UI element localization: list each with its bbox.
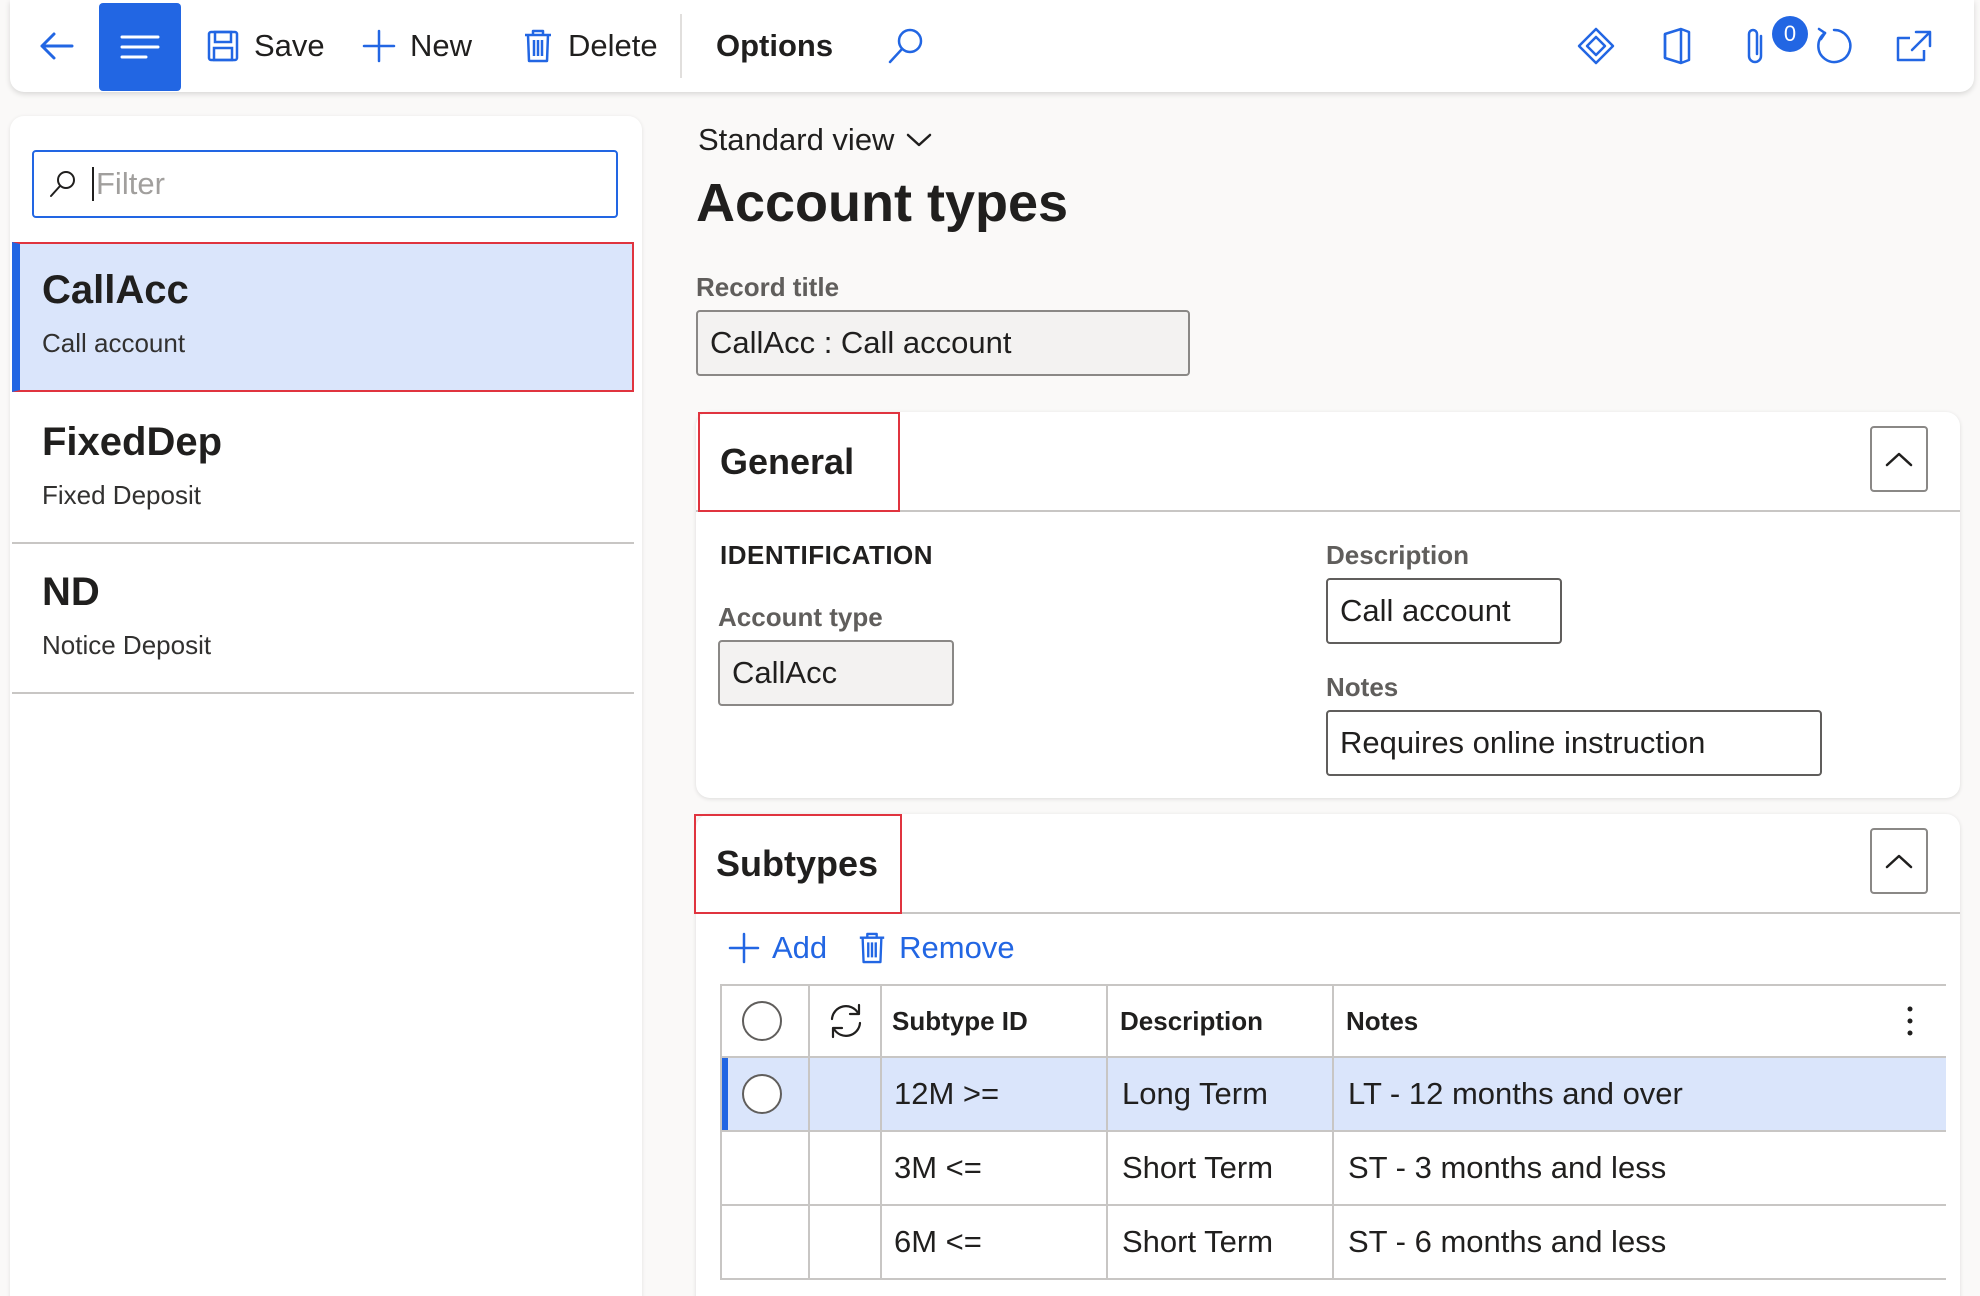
row-select-radio[interactable] [742, 1074, 782, 1114]
more-vertical-icon [1907, 1006, 1913, 1036]
search-icon [50, 171, 75, 197]
subtypes-grid-actions: Add Remove [728, 930, 1015, 966]
record-title-field[interactable]: CallAcc : Call account [696, 310, 1190, 376]
chevron-up-icon [1885, 452, 1913, 467]
list-item-title: ND [42, 570, 100, 614]
subtypes-grid: Subtype ID Description Notes 12M >= Long… [720, 984, 1946, 1280]
delete-button[interactable]: Delete [522, 20, 658, 72]
general-fasttab-header[interactable]: General [696, 412, 1960, 512]
cell-subtype-id[interactable]: 12M >= [894, 1058, 999, 1130]
subtypes-collapse-button[interactable] [1870, 828, 1928, 894]
account-type-label: Account type [718, 602, 883, 632]
hamburger-icon [120, 35, 160, 59]
filter-field[interactable] [32, 150, 618, 218]
subtypes-fasttab: Subtypes Add Remove Subtype ID Descripti… [694, 814, 1960, 1296]
list-item-callacc[interactable]: CallAcc Call account [12, 242, 634, 392]
back-button[interactable] [34, 24, 78, 68]
refresh-grid-cell[interactable] [826, 986, 866, 1056]
subtypes-fasttab-header[interactable]: Subtypes [694, 814, 1960, 914]
list-item-title: FixedDep [42, 420, 223, 464]
save-label: Save [254, 28, 325, 63]
options-tab[interactable]: Options [716, 28, 833, 64]
trash-icon [859, 932, 885, 964]
description-label: Description [1326, 540, 1470, 570]
column-header-subtype-id[interactable]: Subtype ID [892, 986, 1028, 1056]
add-button[interactable]: Add [728, 930, 827, 966]
cell-description[interactable]: Short Term [1122, 1132, 1273, 1204]
view-name: Standard view [698, 122, 895, 157]
delete-label: Delete [568, 28, 658, 63]
table-row[interactable]: 12M >= Long Term LT - 12 months and over [720, 1058, 1946, 1132]
list-item-subtitle: Notice Deposit [42, 630, 212, 660]
chevron-down-icon [907, 133, 932, 147]
power-apps-diamond-icon [1577, 27, 1615, 65]
remove-button[interactable]: Remove [857, 930, 1015, 966]
refresh-button[interactable] [1812, 24, 1856, 68]
notes-field[interactable]: Requires online instruction [1326, 710, 1822, 776]
subtypes-fasttab-title: Subtypes [694, 814, 902, 914]
toolbar-divider [680, 14, 682, 78]
column-options-button[interactable] [1906, 986, 1914, 1056]
back-arrow-icon [40, 32, 74, 60]
general-fasttab: General IDENTIFICATION Account type Call… [696, 412, 1960, 798]
cell-notes[interactable]: ST - 6 months and less [1348, 1206, 1666, 1278]
search-button[interactable] [886, 26, 926, 66]
cell-subtype-id[interactable]: 6M <= [894, 1206, 982, 1278]
list-item-subtitle: Call account [42, 328, 186, 358]
office-icon [1663, 27, 1691, 65]
list-item-fixeddep[interactable]: FixedDep Fixed Deposit [12, 394, 634, 544]
office-button[interactable] [1654, 24, 1698, 68]
paperclip-icon [1747, 28, 1763, 64]
view-selector[interactable]: Standard view [698, 122, 932, 158]
open-in-new-window-button[interactable] [1892, 24, 1936, 68]
power-apps-button[interactable] [1574, 24, 1618, 68]
trash-icon [525, 29, 551, 63]
account-type-field[interactable]: CallAcc [718, 640, 954, 706]
cell-notes[interactable]: ST - 3 months and less [1348, 1132, 1666, 1204]
notes-label: Notes [1326, 672, 1399, 702]
page-title: Account types [696, 173, 1069, 233]
add-label: Add [772, 930, 828, 965]
column-header-description[interactable]: Description [1120, 986, 1263, 1056]
new-button[interactable]: New [362, 20, 472, 72]
attachments-count-badge: 0 [1772, 16, 1808, 52]
new-label: New [410, 28, 473, 63]
action-bar: Save New Delete Options 0 [10, 0, 1974, 92]
record-list-panel: CallAcc Call account FixedDep Fixed Depo… [10, 116, 642, 1296]
cell-notes[interactable]: LT - 12 months and over [1348, 1058, 1683, 1130]
chevron-up-icon [1885, 854, 1913, 869]
save-button[interactable]: Save [206, 20, 325, 72]
list-item-subtitle: Fixed Deposit [42, 480, 201, 510]
navigation-menu-button[interactable] [99, 3, 181, 91]
general-fasttab-title: General [698, 412, 900, 512]
search-icon [888, 28, 923, 64]
plus-icon [728, 932, 760, 964]
record-title-label: Record title [696, 272, 840, 302]
column-header-notes[interactable]: Notes [1346, 986, 1418, 1056]
pop-out-icon [1896, 30, 1932, 62]
cell-description[interactable]: Short Term [1122, 1206, 1273, 1278]
description-field[interactable]: Call account [1326, 578, 1562, 644]
filter-input[interactable] [92, 167, 592, 201]
cell-description[interactable]: Long Term [1122, 1058, 1268, 1130]
list-item-title: CallAcc [42, 268, 189, 312]
save-icon [207, 30, 239, 62]
sync-icon [830, 1003, 862, 1039]
refresh-icon [1817, 27, 1852, 64]
table-row[interactable]: 6M <= Short Term ST - 6 months and less [720, 1206, 1946, 1280]
list-item-nd[interactable]: ND Notice Deposit [12, 544, 634, 694]
general-collapse-button[interactable] [1870, 426, 1928, 492]
select-all-cell[interactable] [742, 986, 782, 1056]
grid-header-row: Subtype ID Description Notes [720, 986, 1946, 1058]
cell-subtype-id[interactable]: 3M <= [894, 1132, 982, 1204]
remove-label: Remove [899, 930, 1015, 965]
select-all-radio[interactable] [742, 1001, 782, 1041]
table-row[interactable]: 3M <= Short Term ST - 3 months and less [720, 1132, 1946, 1206]
plus-icon [362, 29, 396, 63]
identification-group-title: IDENTIFICATION [720, 540, 934, 570]
